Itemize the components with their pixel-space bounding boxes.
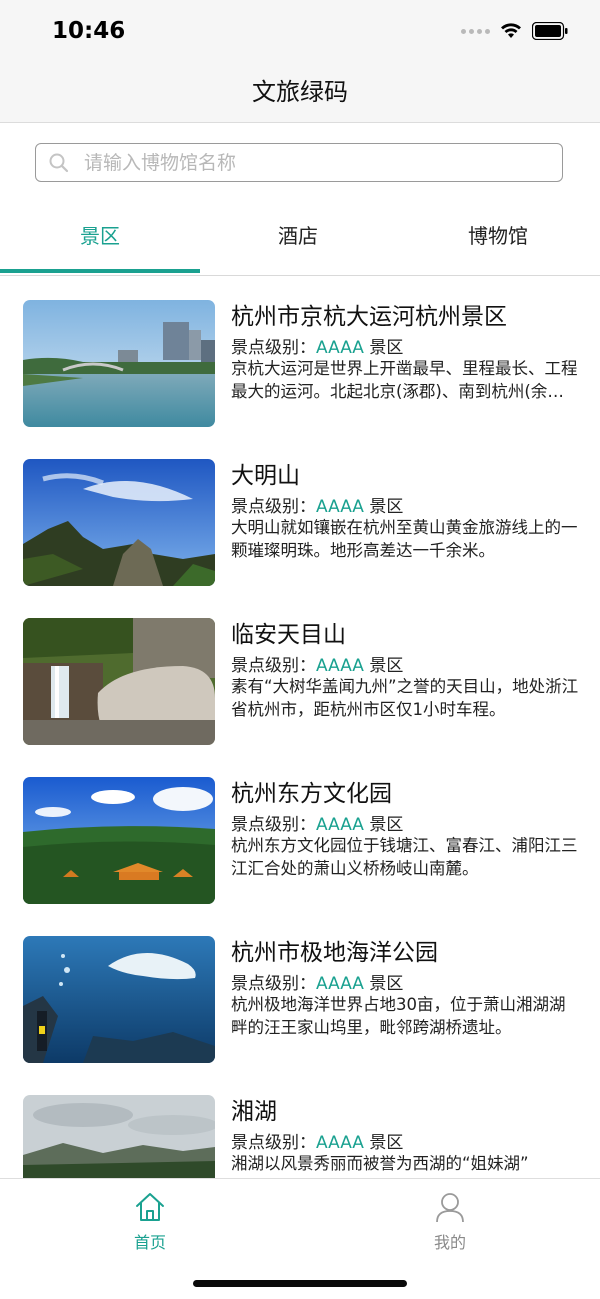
list-item[interactable]: 临安天目山 景点级别：AAAA 景区 素有“大树华盖闻九州”之誉的天目山，地处浙… bbox=[0, 595, 600, 755]
scenic-level: 景点级别：AAAA 景区 bbox=[231, 338, 404, 358]
navigation-bar: 文旅绿码 bbox=[0, 66, 600, 123]
active-tab-indicator bbox=[0, 269, 200, 273]
list-item[interactable]: 杭州东方文化园 景点级别：AAAA 景区 杭州东方文化园位于钱塘江、富春江、浦阳… bbox=[0, 754, 600, 914]
home-icon bbox=[136, 1193, 164, 1221]
scenic-name: 临安天目山 bbox=[231, 622, 346, 648]
list-item[interactable]: 杭州市极地海洋公园 景点级别：AAAA 景区 杭州极地海洋世界占地30亩，位于萧… bbox=[0, 913, 600, 1073]
tabbar-home[interactable]: 首页 bbox=[90, 1191, 210, 1253]
scenic-image-canal bbox=[23, 300, 215, 427]
scenic-image-mountain bbox=[23, 459, 215, 586]
scenic-name: 大明山 bbox=[231, 463, 300, 489]
battery-icon bbox=[532, 22, 568, 40]
scenic-name: 杭州市京杭大运河杭州景区 bbox=[231, 304, 507, 330]
scenic-image-xiang-lake bbox=[23, 1095, 215, 1178]
scenic-image-culture-park bbox=[23, 777, 215, 904]
scenic-description: 大明山就如镶嵌在杭州至黄山黄金旅游线上的一颗璀璨明珠。地形高差达一千余米。 bbox=[231, 518, 578, 560]
scenic-description: 京杭大运河是世界上开凿最早、里程最长、工程最大的运河。北起北京(涿郡)、南到杭州… bbox=[231, 359, 578, 401]
tabbar-mine[interactable]: 我的 bbox=[390, 1191, 510, 1253]
tabbar-home-label: 首页 bbox=[133, 1233, 166, 1252]
user-icon bbox=[436, 1193, 464, 1223]
scenic-level: 景点级别：AAAA 景区 bbox=[231, 1133, 404, 1153]
scenic-name: 杭州东方文化园 bbox=[231, 781, 392, 807]
tab-museum[interactable]: 博物馆 bbox=[398, 220, 598, 249]
list-item[interactable]: 杭州市京杭大运河杭州景区 景点级别：AAAA 景区 京杭大运河是世界上开凿最早、… bbox=[0, 277, 600, 437]
scenic-name: 湘湖 bbox=[231, 1099, 277, 1125]
category-tabs: 景区 酒店 博物馆 bbox=[0, 200, 600, 276]
list-item[interactable]: 湘湖 景点级别：AAAA 景区 湘湖以风景秀丽而被誉为西湖的“姐妹湖” bbox=[0, 1072, 600, 1178]
scenic-level: 景点级别：AAAA 景区 bbox=[231, 497, 404, 517]
scenic-name: 杭州市极地海洋公园 bbox=[231, 940, 438, 966]
search-icon bbox=[49, 153, 69, 173]
search-input[interactable] bbox=[84, 144, 544, 181]
scenic-level: 景点级别：AAAA 景区 bbox=[231, 656, 404, 676]
page-title: 文旅绿码 bbox=[252, 78, 348, 106]
tabbar-mine-label: 我的 bbox=[433, 1233, 466, 1252]
list-item[interactable]: 大明山 景点级别：AAAA 景区 大明山就如镶嵌在杭州至黄山黄金旅游线上的一颗璀… bbox=[0, 436, 600, 596]
scenic-list[interactable]: 杭州市京杭大运河杭州景区 景点级别：AAAA 景区 京杭大运河是世界上开凿最早、… bbox=[0, 277, 600, 1178]
scenic-description: 杭州东方文化园位于钱塘江、富春江、浦阳江三江汇合处的萧山义桥杨岐山南麓。 bbox=[231, 836, 578, 878]
status-icons bbox=[461, 22, 568, 40]
tab-hotel[interactable]: 酒店 bbox=[198, 220, 398, 249]
wifi-icon bbox=[501, 23, 521, 38]
scenic-image-ocean-park bbox=[23, 936, 215, 1063]
signal-icon bbox=[461, 28, 490, 34]
home-indicator bbox=[193, 1280, 407, 1287]
scenic-level: 景点级别：AAAA 景区 bbox=[231, 815, 404, 835]
scenic-description: 素有“大树华盖闻九州”之誉的天目山，地处浙江省杭州市，距杭州市区仅1小时车程。 bbox=[231, 677, 579, 719]
status-time: 10:46 bbox=[52, 18, 126, 44]
status-bar: 10:46 bbox=[0, 0, 600, 66]
scenic-image-tianmu bbox=[23, 618, 215, 745]
scenic-description: 杭州极地海洋世界占地30亩，位于萧山湘湖湖畔的汪王家山坞里，毗邻跨湖桥遗址。 bbox=[231, 995, 566, 1037]
search-box[interactable] bbox=[35, 143, 563, 182]
tab-scenic[interactable]: 景区 bbox=[0, 220, 200, 249]
scenic-level: 景点级别：AAAA 景区 bbox=[231, 974, 404, 994]
scenic-description: 湘湖以风景秀丽而被誉为西湖的“姐妹湖” bbox=[231, 1154, 529, 1173]
